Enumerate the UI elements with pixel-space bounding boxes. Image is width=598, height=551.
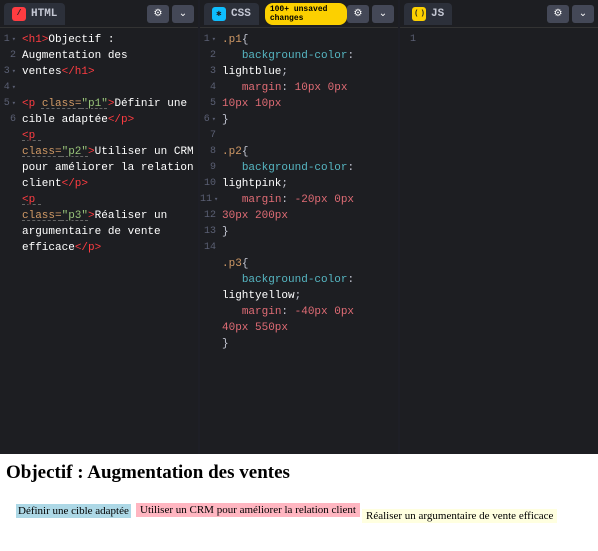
html-tab[interactable]: HTML [4,3,65,25]
editor-row: HTML ⚙ ⌄ 123456 <h1>Objectif : Augmentat… [0,0,598,454]
js-panel: JS ⚙ ⌄ 1 [400,0,598,454]
gear-icon: ⚙ [554,8,563,19]
css-tab[interactable]: CSS [204,3,259,25]
js-panel-actions: ⚙ ⌄ [547,5,594,23]
css-panel: CSS 100+ unsaved changes ⚙ ⌄ 12345678910… [200,0,398,454]
gear-icon: ⚙ [354,8,363,19]
css-panel-header: CSS 100+ unsaved changes ⚙ ⌄ [200,0,398,28]
preview-p1: Définir une cible adaptée [16,504,131,518]
js-panel-header: JS ⚙ ⌄ [400,0,598,28]
js-collapse-button[interactable]: ⌄ [572,5,594,23]
css-tab-label: CSS [231,8,251,20]
html-panel-actions: ⚙ ⌄ [147,5,194,23]
chevron-down-icon: ⌄ [379,8,387,19]
html-gutter: 123456 [0,32,22,454]
preview-heading: Objectif : Augmentation des ventes [6,462,592,484]
js-gutter: 1 [400,32,422,454]
js-tab[interactable]: JS [404,3,452,25]
html-code-area[interactable]: 123456 <h1>Objectif : Augmentation des v… [0,28,198,454]
js-icon [412,7,426,21]
html-tab-label: HTML [31,8,57,20]
js-tab-label: JS [431,8,444,20]
preview-p3: Réaliser un argumentaire de vente effica… [362,509,557,523]
preview-pane: Objectif : Augmentation des ventes Défin… [0,454,598,551]
css-collapse-button[interactable]: ⌄ [372,5,394,23]
html-panel: HTML ⚙ ⌄ 123456 <h1>Objectif : Augmentat… [0,0,198,454]
chevron-down-icon: ⌄ [579,8,587,19]
css-code[interactable]: .p1{ background-color: lightblue; margin… [222,32,398,454]
css-gutter: 1234567891011121314 [200,32,222,454]
css-code-area[interactable]: 1234567891011121314 .p1{ background-colo… [200,28,398,454]
js-code-area[interactable]: 1 [400,28,598,454]
css-icon [212,7,226,21]
css-panel-actions: ⚙ ⌄ [347,5,394,23]
js-settings-button[interactable]: ⚙ [547,5,569,23]
css-settings-button[interactable]: ⚙ [347,5,369,23]
preview-p2: Utiliser un CRM pour améliorer la relati… [136,503,360,517]
unsaved-badge[interactable]: 100+ unsaved changes [265,3,347,25]
html-settings-button[interactable]: ⚙ [147,5,169,23]
chevron-down-icon: ⌄ [179,8,187,19]
gear-icon: ⚙ [154,8,163,19]
html-icon [12,7,26,21]
js-code[interactable] [422,32,598,454]
html-panel-header: HTML ⚙ ⌄ [0,0,198,28]
html-code[interactable]: <h1>Objectif : Augmentation des ventes</… [22,32,198,454]
html-collapse-button[interactable]: ⌄ [172,5,194,23]
